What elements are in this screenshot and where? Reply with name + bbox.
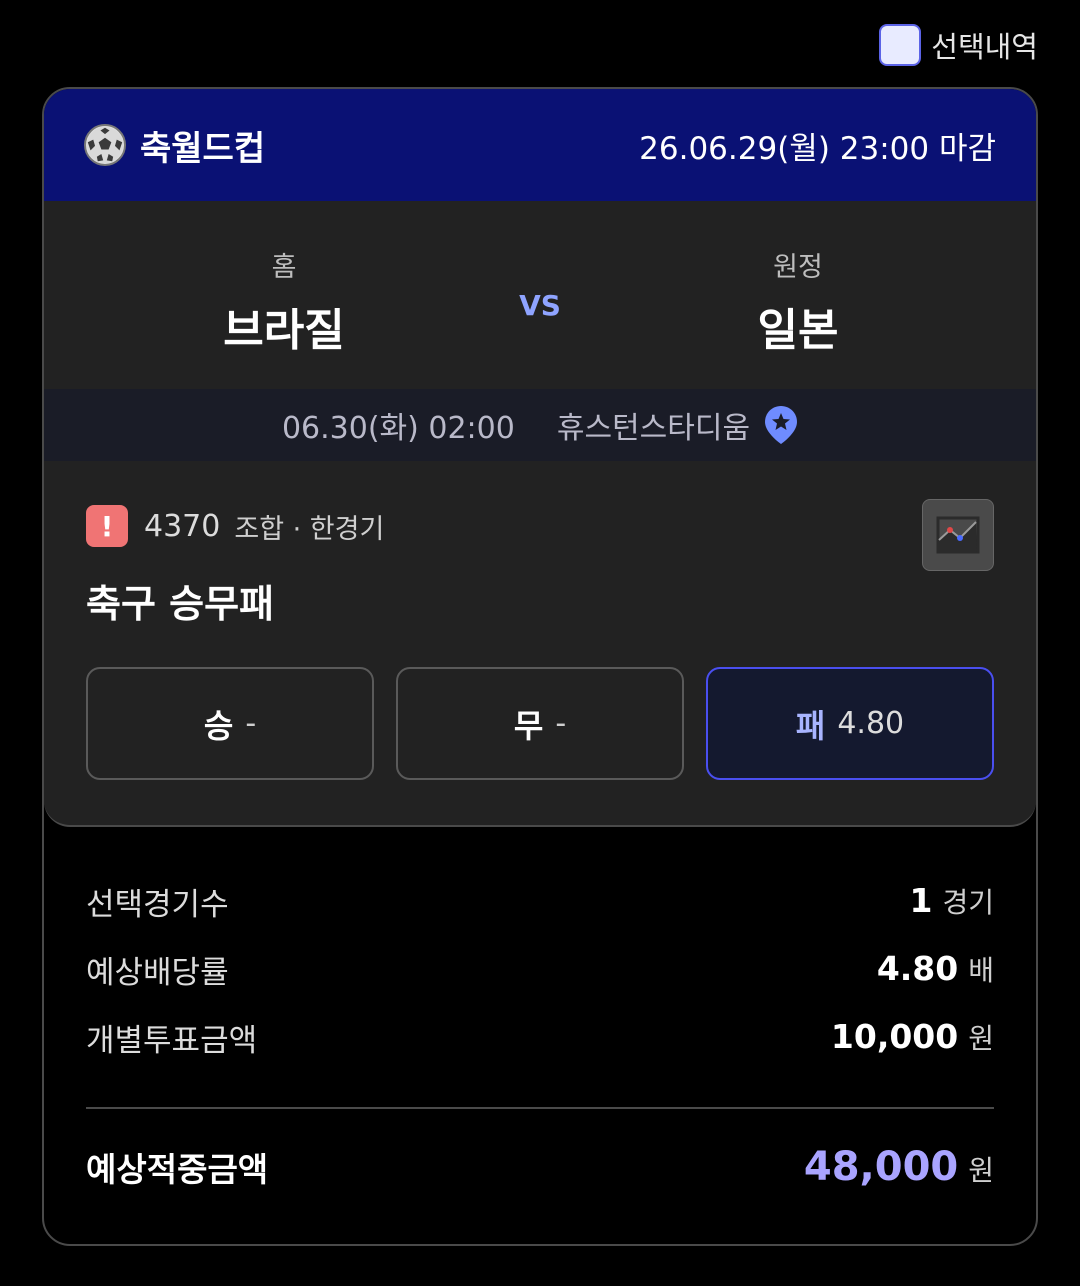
option-label: 패 [795, 706, 826, 745]
away-team-name: 일본 [757, 305, 839, 356]
option-odds: - [245, 706, 257, 741]
divider [86, 1107, 994, 1109]
match-teams: 홈 브라질 VS 원정 일본 [44, 201, 1036, 389]
league-name: 축월드컵 [140, 128, 266, 169]
summary-value: 10,000 원 [831, 1017, 994, 1057]
summary-unit: 원 [968, 1022, 994, 1055]
total-unit: 원 [968, 1154, 994, 1187]
map-pin-icon[interactable] [764, 405, 798, 445]
option-lose[interactable]: 패 4.80 [706, 667, 994, 780]
summary-number: 4.80 [876, 949, 959, 988]
away-role: 원정 [773, 252, 823, 283]
total-value: 48,000 원 [804, 1144, 994, 1190]
option-label: 무 [513, 706, 544, 745]
home-role: 홈 [271, 252, 297, 283]
total-number: 48,000 [803, 1144, 959, 1190]
summary: 선택경기수 1 경기 예상배당률 4.80 배 개별투표금액 10,000 원 … [86, 867, 994, 1201]
bet-options: 승 - 무 - 패 4.80 [86, 667, 994, 780]
total-label: 예상적중금액 [86, 1150, 269, 1189]
summary-number: 10,000 [830, 1017, 959, 1056]
bet-title: 축구 승무패 [86, 582, 275, 626]
match-datetime: 06.30(화) 02:00 [281, 411, 515, 446]
summary-unit: 배 [968, 954, 994, 987]
total-row: 예상적중금액 48,000 원 [86, 1133, 994, 1201]
option-win[interactable]: 승 - [86, 667, 374, 780]
option-odds: 4.80 [837, 706, 905, 741]
summary-number: 1 [909, 881, 933, 920]
summary-label: 예상배당률 [86, 954, 229, 991]
soccer-ball-icon [84, 124, 126, 166]
match-info-row: 06.30(화) 02:00 휴스턴스타디움 [44, 389, 1036, 461]
summary-row: 선택경기수 1 경기 [86, 867, 994, 935]
venue-name: 휴스턴스타디움 [556, 411, 751, 446]
deadline: 26.06.29(월) 23:00 마감 [639, 130, 996, 167]
odds-chart-button[interactable] [922, 499, 994, 571]
summary-unit: 경기 [942, 886, 994, 919]
summary-row: 개별투표금액 10,000 원 [86, 1003, 994, 1071]
option-label: 승 [203, 706, 234, 745]
chart-icon [936, 516, 980, 554]
bet-number: 4370 [144, 508, 221, 544]
away-team: 원정 일본 [648, 245, 948, 358]
summary-label: 선택경기수 [86, 886, 229, 923]
selection-checkbox[interactable] [879, 24, 922, 66]
alert-icon: ! [86, 505, 128, 547]
summary-row: 예상배당률 4.80 배 [86, 935, 994, 1003]
bet-slip-card: 축월드컵 26.06.29(월) 23:00 마감 홈 브라질 VS 원정 일본… [42, 87, 1038, 1246]
option-draw[interactable]: 무 - [396, 667, 684, 780]
selection-toggle[interactable]: 선택내역 [879, 24, 1038, 66]
selection-label: 선택내역 [931, 30, 1038, 64]
summary-value: 4.80 배 [877, 949, 994, 989]
bet-section: ! 4370 조합 · 한경기 축구 승무패 승 - 무 - 패 4.80 [44, 461, 1036, 827]
bet-type: 조합 · 한경기 [234, 513, 385, 545]
card-header: 축월드컵 26.06.29(월) 23:00 마감 [44, 89, 1036, 201]
bet-meta: ! 4370 조합 · 한경기 [86, 505, 384, 547]
summary-label: 개별투표금액 [86, 1022, 258, 1059]
venue[interactable]: 휴스턴스타디움 [557, 403, 798, 447]
summary-value: 1 경기 [910, 881, 995, 921]
league: 축월드컵 [84, 121, 265, 170]
option-odds: - [555, 706, 567, 741]
